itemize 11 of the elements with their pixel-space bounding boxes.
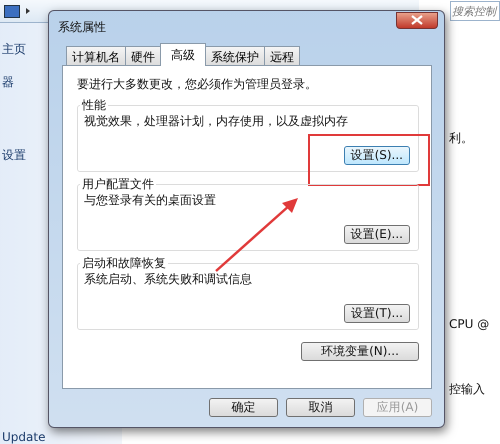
- window-title: 系统属性: [58, 18, 106, 36]
- group-description: 与您登录有关的桌面设置: [84, 192, 217, 209]
- group-title: 启动和故障恢复: [81, 255, 167, 272]
- content-text: 利。: [449, 130, 474, 147]
- notice-text: 要进行大多数更改，您必须作为管理员登录。: [77, 76, 318, 93]
- group-title: 用户配置文件: [81, 176, 155, 193]
- content-text: 控输入: [449, 381, 486, 398]
- group-description: 系统启动、系统失败和调试信息: [84, 271, 253, 288]
- group-description: 视觉效果，处理器计划，内存使用，以及虚拟内存: [84, 113, 349, 130]
- group-title: 性能: [80, 97, 107, 114]
- content-text: CPU @: [449, 317, 490, 331]
